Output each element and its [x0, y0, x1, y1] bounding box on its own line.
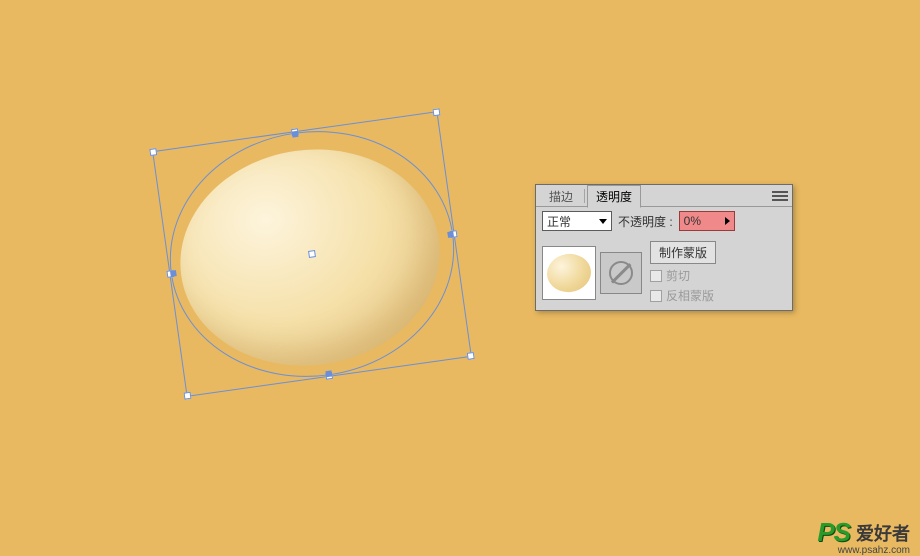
watermark: PS 爱好者 [817, 517, 910, 548]
bbox-handle-tm[interactable] [291, 128, 299, 136]
clip-checkbox [650, 270, 662, 282]
arrow-right-icon [725, 217, 730, 225]
opacity-input[interactable]: 0% [679, 211, 735, 231]
bbox-handle-bm[interactable] [325, 372, 333, 380]
watermark-text: 爱好者 [856, 520, 910, 546]
chevron-down-icon [599, 219, 607, 224]
watermark-logo: PS [817, 517, 850, 548]
clip-label: 剪切 [666, 267, 690, 284]
bbox-handle-br[interactable] [467, 352, 475, 360]
blend-mode-select[interactable]: 正常 [542, 211, 612, 231]
panel-tab-bar: 描边 透明度 [536, 185, 792, 207]
egg-ellipse-shape[interactable] [166, 133, 453, 382]
make-mask-button[interactable]: 制作蒙版 [650, 241, 716, 264]
anchor-bottom[interactable] [325, 370, 332, 377]
anchor-top[interactable] [292, 131, 299, 138]
object-thumbnail[interactable] [542, 246, 596, 300]
thumbnail-group [542, 241, 642, 304]
mask-thumbnail[interactable] [600, 252, 642, 294]
anchor-right[interactable] [447, 231, 454, 238]
tab-stroke[interactable]: 描边 [540, 185, 582, 208]
no-mask-icon [609, 261, 633, 285]
panel-mask-body: 制作蒙版 剪切 反相蒙版 [536, 235, 792, 310]
transparency-panel: 描边 透明度 正常 不透明度 : 0% 制作蒙版 [535, 184, 793, 311]
opacity-value: 0% [684, 214, 701, 228]
mask-options: 制作蒙版 剪切 反相蒙版 [646, 241, 716, 304]
clip-checkbox-row: 剪切 [650, 267, 716, 284]
bbox-handle-tr[interactable] [433, 108, 441, 116]
tab-separator [584, 189, 585, 203]
panel-blend-row: 正常 不透明度 : 0% [536, 207, 792, 235]
bbox-handle-bl[interactable] [184, 392, 192, 400]
invert-checkbox-row: 反相蒙版 [650, 287, 716, 304]
blend-mode-value: 正常 [547, 213, 571, 230]
invert-label: 反相蒙版 [666, 287, 714, 304]
invert-checkbox [650, 290, 662, 302]
opacity-label: 不透明度 : [618, 213, 673, 230]
bbox-handle-tl[interactable] [149, 148, 157, 156]
canvas-artwork [140, 100, 460, 440]
bbox-handle-ml[interactable] [166, 270, 174, 278]
anchor-left[interactable] [170, 270, 177, 277]
bbox-handle-mr[interactable] [450, 230, 458, 238]
panel-menu-icon[interactable] [772, 189, 788, 203]
tab-transparency[interactable]: 透明度 [587, 185, 641, 208]
object-thumbnail-preview [545, 251, 594, 295]
watermark-url: www.psahz.com [838, 545, 910, 556]
